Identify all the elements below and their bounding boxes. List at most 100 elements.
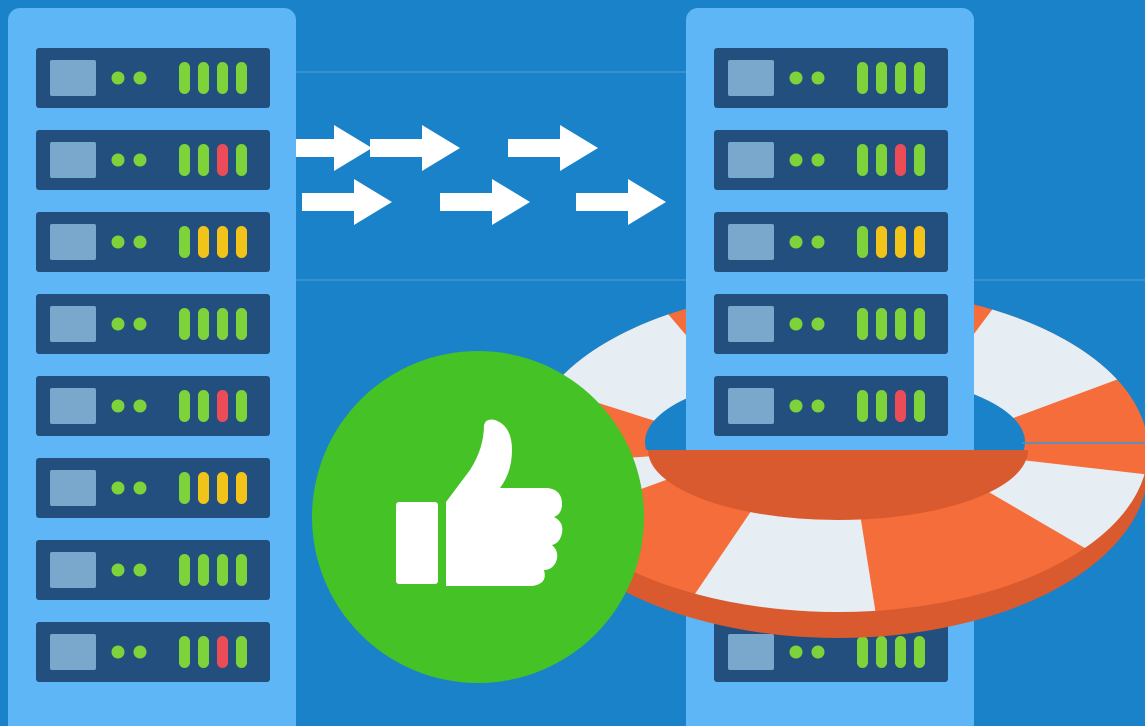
status-led-icon xyxy=(876,636,887,668)
status-led-icon xyxy=(876,390,887,422)
slot-screen xyxy=(50,470,96,506)
status-led-icon xyxy=(895,636,906,668)
slot-screen xyxy=(728,224,774,260)
power-led-icon xyxy=(789,153,803,167)
status-led-icon xyxy=(179,636,190,668)
source-server-rack xyxy=(8,8,296,726)
rack-cabinet xyxy=(8,8,296,726)
power-led-icon xyxy=(111,645,125,659)
status-led-icon xyxy=(217,308,228,340)
status-led-icon xyxy=(179,472,190,504)
rack-slot xyxy=(36,48,270,108)
power-led-icon xyxy=(811,399,825,413)
slot-screen xyxy=(728,388,774,424)
power-led-icon xyxy=(111,317,125,331)
status-led-icon xyxy=(876,308,887,340)
slot-screen xyxy=(50,142,96,178)
status-led-icon xyxy=(895,308,906,340)
power-led-icon xyxy=(133,399,147,413)
power-led-icon xyxy=(111,153,125,167)
status-led-icon xyxy=(217,472,228,504)
power-led-icon xyxy=(811,153,825,167)
power-led-icon xyxy=(811,645,825,659)
slot-screen xyxy=(50,388,96,424)
power-led-icon xyxy=(133,235,147,249)
status-led-icon xyxy=(914,62,925,94)
status-led-icon xyxy=(198,554,209,586)
status-led-icon xyxy=(914,390,925,422)
status-led-icon xyxy=(857,390,868,422)
arrow-right-icon xyxy=(440,179,530,225)
slot-screen xyxy=(50,552,96,588)
slot-screen xyxy=(728,60,774,96)
power-led-icon xyxy=(111,481,125,495)
status-led-icon xyxy=(179,144,190,176)
power-led-icon xyxy=(811,71,825,85)
power-led-icon xyxy=(111,71,125,85)
power-led-icon xyxy=(811,317,825,331)
power-led-icon xyxy=(811,235,825,249)
status-led-icon xyxy=(198,636,209,668)
status-led-icon xyxy=(217,390,228,422)
rack-slot xyxy=(36,294,270,354)
power-led-icon xyxy=(133,71,147,85)
status-led-icon xyxy=(236,62,247,94)
status-led-icon xyxy=(198,226,209,258)
rack-slot xyxy=(714,48,948,108)
status-led-icon xyxy=(236,144,247,176)
status-led-icon xyxy=(198,390,209,422)
rack-slot xyxy=(714,130,948,190)
status-led-icon xyxy=(236,554,247,586)
power-led-icon xyxy=(111,399,125,413)
power-led-icon xyxy=(133,153,147,167)
status-led-icon xyxy=(857,62,868,94)
status-led-icon xyxy=(857,144,868,176)
rack-slot xyxy=(714,294,948,354)
transfer-arrows xyxy=(282,125,666,225)
status-led-icon xyxy=(857,308,868,340)
slot-screen xyxy=(50,224,96,260)
power-led-icon xyxy=(133,645,147,659)
power-led-icon xyxy=(789,645,803,659)
illustration-canvas xyxy=(8,8,1145,726)
rack-slot xyxy=(36,212,270,272)
status-led-icon xyxy=(914,226,925,258)
status-led-icon xyxy=(876,62,887,94)
rack-slot xyxy=(714,376,948,436)
power-led-icon xyxy=(133,481,147,495)
status-led-icon xyxy=(895,390,906,422)
arrow-right-icon xyxy=(370,125,460,171)
slot-screen xyxy=(50,634,96,670)
status-led-icon xyxy=(179,308,190,340)
status-led-icon xyxy=(857,636,868,668)
status-led-icon xyxy=(179,390,190,422)
rack-slot xyxy=(714,212,948,272)
status-led-icon xyxy=(236,226,247,258)
status-led-icon xyxy=(217,554,228,586)
thumbs-up-icon-cuff xyxy=(396,502,438,584)
rack-slot xyxy=(36,540,270,600)
power-led-icon xyxy=(789,235,803,249)
rack-slot xyxy=(36,622,270,682)
slot-screen xyxy=(728,306,774,342)
status-led-icon xyxy=(217,62,228,94)
power-led-icon xyxy=(133,563,147,577)
arrow-right-icon xyxy=(576,179,666,225)
slot-screen xyxy=(50,306,96,342)
slot-screen xyxy=(50,60,96,96)
status-led-icon xyxy=(236,636,247,668)
thumbs-up-badge xyxy=(312,351,644,683)
status-led-icon xyxy=(914,144,925,176)
arrow-right-icon xyxy=(508,125,598,171)
status-led-icon xyxy=(876,144,887,176)
power-led-icon xyxy=(789,317,803,331)
status-led-icon xyxy=(876,226,887,258)
status-led-icon xyxy=(236,390,247,422)
arrow-right-icon xyxy=(302,179,392,225)
power-led-icon xyxy=(133,317,147,331)
rack-slot xyxy=(36,458,270,518)
status-led-icon xyxy=(179,226,190,258)
status-led-icon xyxy=(198,472,209,504)
slot-screen xyxy=(728,142,774,178)
rack-slot xyxy=(36,376,270,436)
